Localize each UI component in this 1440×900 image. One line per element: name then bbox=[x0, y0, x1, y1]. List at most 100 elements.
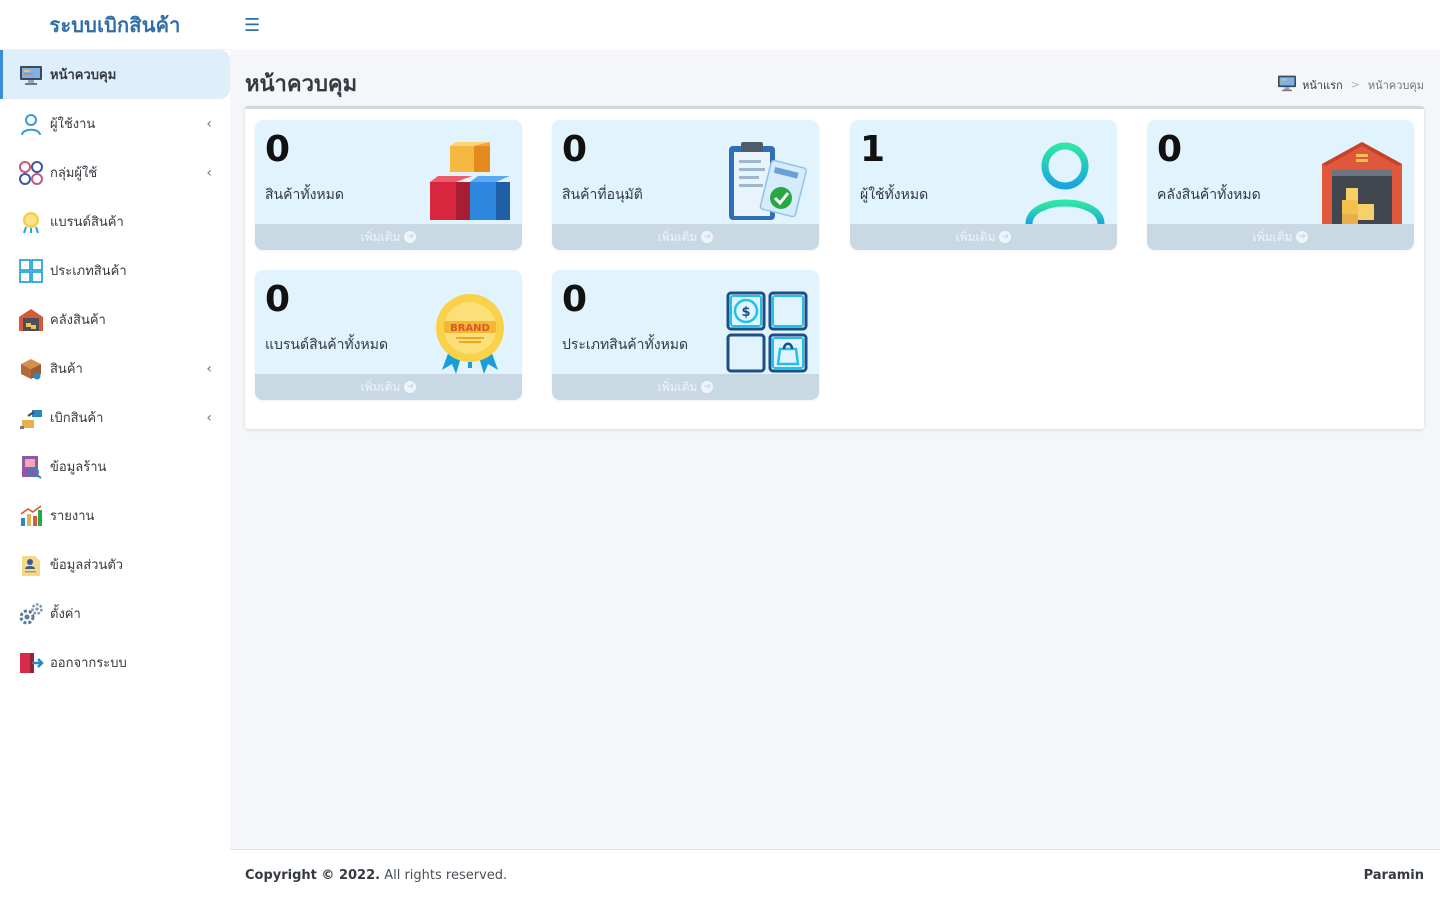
copyright: Copyright © 2022. All rights reserved. bbox=[245, 868, 507, 883]
more-info-link[interactable]: เพิ่มเติม ➜ bbox=[1147, 224, 1414, 250]
warehouse-icon bbox=[18, 307, 44, 333]
arrow-circle-right-icon: ➜ bbox=[999, 231, 1012, 243]
arrow-circle-right-icon: ➜ bbox=[1296, 231, 1309, 243]
more-info-label: เพิ่มเติม bbox=[1252, 229, 1293, 244]
sidebar-item-withdraw[interactable]: เบิกสินค้า ‹ bbox=[0, 393, 230, 442]
stat-card-all-users: 1 ผู้ใช้ทั้งหมด เพิ่มเติม ➜ bbox=[850, 120, 1117, 250]
box-icon bbox=[18, 356, 44, 382]
sidebar-item-label: ออกจากระบบ bbox=[50, 656, 127, 671]
arrow-circle-right-icon: ➜ bbox=[701, 231, 714, 243]
sidebar-item-label: ประเภทสินค้า bbox=[50, 264, 127, 279]
sidebar: ระบบเบิกสินค้า หน้าควบคุม ผู้ใช้งาน ‹ กล… bbox=[0, 0, 230, 900]
footer-author: Paramin bbox=[1363, 867, 1424, 883]
withdraw-icon bbox=[18, 405, 44, 431]
group-icon bbox=[18, 160, 44, 186]
category-grid-icon bbox=[18, 258, 44, 284]
cubes-icon bbox=[428, 140, 512, 224]
more-info-link[interactable]: เพิ่มเติม ➜ bbox=[552, 374, 819, 400]
stat-card-all-brands: 0 แบรนด์สินค้าทั้งหมด BRAND เพิ่มเติม ➜ bbox=[255, 270, 522, 400]
app-brand[interactable]: ระบบเบิกสินค้า bbox=[0, 0, 230, 50]
logout-icon bbox=[18, 650, 44, 676]
app-title[interactable]: ระบบเบิกสินค้า bbox=[49, 9, 180, 41]
chevron-left-icon[interactable]: ‹ bbox=[206, 165, 212, 181]
sidebar-item-label: ผู้ใช้งาน bbox=[50, 117, 96, 132]
breadcrumb-separator: > bbox=[1350, 78, 1360, 91]
arrow-circle-right-icon: ➜ bbox=[701, 381, 714, 393]
stat-label: แบรนด์สินค้าทั้งหมด bbox=[265, 337, 389, 353]
user-icon bbox=[18, 111, 44, 137]
top-navbar: ☰ bbox=[230, 0, 1440, 50]
gear-icon bbox=[18, 601, 44, 627]
monitor-icon bbox=[1276, 74, 1298, 95]
report-chart-icon bbox=[18, 503, 44, 529]
stat-label: ผู้ใช้ทั้งหมด bbox=[860, 187, 929, 203]
more-info-link[interactable]: เพิ่มเติม ➜ bbox=[850, 224, 1117, 250]
more-info-label: เพิ่มเติม bbox=[657, 229, 698, 244]
sidebar-item-products[interactable]: สินค้า ‹ bbox=[0, 344, 230, 393]
sidebar-item-label: ตั้งค่า bbox=[50, 607, 81, 622]
sidebar-item-label: สินค้า bbox=[50, 362, 83, 377]
sidebar-item-label: ข้อมูลร้าน bbox=[50, 460, 107, 475]
sidebar-item-warehouse[interactable]: คลังสินค้า bbox=[0, 295, 230, 344]
stat-label: สินค้าทั้งหมด bbox=[265, 187, 344, 203]
sidebar-item-settings[interactable]: ตั้งค่า bbox=[0, 589, 230, 638]
arrow-circle-right-icon: ➜ bbox=[404, 231, 417, 243]
sidebar-item-store-info[interactable]: ข้อมูลร้าน bbox=[0, 442, 230, 491]
dashboard-panel: 0 สินค้าทั้งหมด เพิ่มเติม ➜ 0 สินค้าที่อ… bbox=[245, 106, 1424, 429]
stat-count: 0 bbox=[265, 279, 291, 320]
hamburger-icon[interactable]: ☰ bbox=[244, 15, 260, 36]
more-info-label: เพิ่มเติม bbox=[657, 379, 698, 394]
sidebar-item-user-groups[interactable]: กลุ่มผู้ใช้ ‹ bbox=[0, 148, 230, 197]
sidebar-item-dashboard[interactable]: หน้าควบคุม bbox=[0, 50, 230, 99]
breadcrumb-current: หน้าควบคุม bbox=[1367, 78, 1424, 92]
sidebar-nav: หน้าควบคุม ผู้ใช้งาน ‹ กลุ่มผู้ใช้ ‹ แบร… bbox=[0, 50, 230, 687]
sidebar-item-categories[interactable]: ประเภทสินค้า bbox=[0, 246, 230, 295]
sidebar-item-label: รายงาน bbox=[50, 509, 95, 524]
stat-label: ประเภทสินค้าทั้งหมด bbox=[562, 337, 689, 353]
category-grid-icon: $ bbox=[725, 290, 809, 374]
more-info-link[interactable]: เพิ่มเติม ➜ bbox=[552, 224, 819, 250]
more-info-link[interactable]: เพิ่มเติม ➜ bbox=[255, 374, 522, 400]
stat-count: 0 bbox=[1157, 129, 1183, 170]
stat-label: คลังสินค้าทั้งหมด bbox=[1157, 187, 1261, 203]
stat-count: 0 bbox=[265, 129, 291, 170]
stat-card-all-warehouses: 0 คลังสินค้าทั้งหมด เพิ่มเติม ➜ bbox=[1147, 120, 1414, 250]
user-outline-icon bbox=[1023, 140, 1107, 225]
stat-card-all-products: 0 สินค้าทั้งหมด เพิ่มเติม ➜ bbox=[255, 120, 522, 250]
chevron-left-icon[interactable]: ‹ bbox=[206, 361, 212, 377]
chevron-left-icon[interactable]: ‹ bbox=[206, 116, 212, 132]
rights-text: All rights reserved. bbox=[380, 867, 508, 883]
store-info-icon bbox=[18, 454, 44, 480]
sidebar-item-label: ข้อมูลส่วนตัว bbox=[50, 558, 124, 573]
svg-text:BRAND: BRAND bbox=[450, 323, 490, 334]
sidebar-item-logout[interactable]: ออกจากระบบ bbox=[0, 638, 230, 687]
stat-count: 0 bbox=[562, 279, 588, 320]
sidebar-item-reports[interactable]: รายงาน bbox=[0, 491, 230, 540]
stat-count: 0 bbox=[562, 129, 588, 170]
sidebar-item-profile[interactable]: ข้อมูลส่วนตัว bbox=[0, 540, 230, 589]
brand-badge-icon: BRAND bbox=[428, 290, 512, 374]
page-footer: Copyright © 2022. All rights reserved. P… bbox=[230, 849, 1440, 900]
arrow-circle-right-icon: ➜ bbox=[404, 381, 417, 393]
more-info-link[interactable]: เพิ่มเติม ➜ bbox=[255, 224, 522, 250]
sidebar-item-brands[interactable]: แบรนด์สินค้า bbox=[0, 197, 230, 246]
sidebar-item-label: คลังสินค้า bbox=[50, 313, 106, 328]
stat-card-all-categories: 0 ประเภทสินค้าทั้งหมด $ เพิ่มเติม ➜ bbox=[552, 270, 819, 400]
sidebar-item-users[interactable]: ผู้ใช้งาน ‹ bbox=[0, 99, 230, 148]
stat-count: 1 bbox=[860, 129, 886, 170]
page-title: หน้าควบคุม bbox=[245, 72, 358, 97]
breadcrumb-home-link[interactable]: หน้าแรก bbox=[1302, 76, 1343, 94]
brand-badge-icon bbox=[18, 209, 44, 235]
profile-icon bbox=[18, 552, 44, 578]
monitor-icon bbox=[18, 62, 44, 88]
sidebar-item-label: หน้าควบคุม bbox=[50, 68, 117, 83]
sidebar-item-label: แบรนด์สินค้า bbox=[50, 215, 124, 230]
more-info-label: เพิ่มเติม bbox=[360, 379, 401, 394]
chevron-left-icon[interactable]: ‹ bbox=[206, 410, 212, 426]
more-info-label: เพิ่มเติม bbox=[360, 229, 401, 244]
warehouse-icon bbox=[1320, 140, 1404, 224]
more-info-label: เพิ่มเติม bbox=[955, 229, 996, 244]
stat-label: สินค้าที่อนุมัติ bbox=[562, 187, 643, 203]
sidebar-item-label: เบิกสินค้า bbox=[50, 411, 104, 426]
copyright-label: Copyright © 2022. bbox=[245, 867, 381, 883]
